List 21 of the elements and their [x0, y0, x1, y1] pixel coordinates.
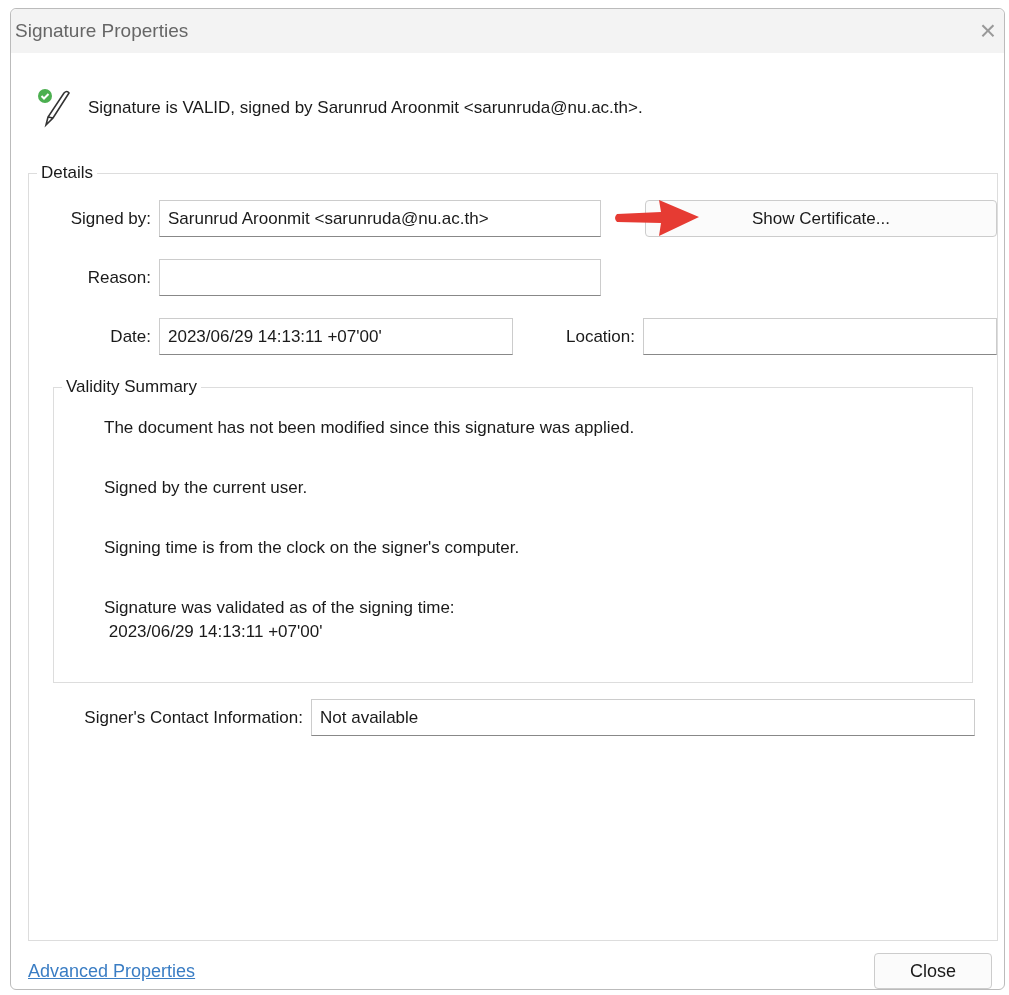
field-label: Location: [565, 326, 635, 347]
validity-message: 2023/06/29 14:13:11 +07'00' [107, 622, 324, 642]
validity-message: Signed by the current user. [104, 478, 309, 498]
validity-message: Signature was validated as of the signing time: [104, 598, 456, 618]
field-label: Date: [109, 326, 151, 347]
signed-by-field[interactable]: Sarunrud Aroonmit <sarunruda@nu.ac.th> [159, 200, 601, 237]
validity-message: The document has not been modified since this signature was applied. [104, 418, 636, 438]
validity-message: Signing time is from the clock on the signer's computer. [104, 538, 521, 558]
close-dialog-button[interactable]: Close [874, 953, 992, 989]
window-title: Signature Properties [15, 20, 189, 42]
field-label: Signed by: [69, 208, 151, 229]
field-label: Signer's Contact Information: [83, 707, 303, 728]
reason-field[interactable] [159, 259, 601, 296]
field-label: Reason: [86, 267, 151, 288]
show-certificate-button[interactable]: Show Certificate... [645, 200, 997, 237]
group-legend: Validity Summary [62, 377, 201, 397]
contact-field[interactable]: Not available [311, 699, 975, 736]
date-field[interactable]: 2023/06/29 14:13:11 +07'00' [159, 318, 513, 355]
signature-status: Signature is VALID, signed by Sarunrud Aroonmit <sarunruda@nu.ac.th>. [88, 98, 643, 118]
location-field[interactable] [643, 318, 997, 355]
advanced-properties-link[interactable]: Advanced Properties [28, 960, 196, 982]
